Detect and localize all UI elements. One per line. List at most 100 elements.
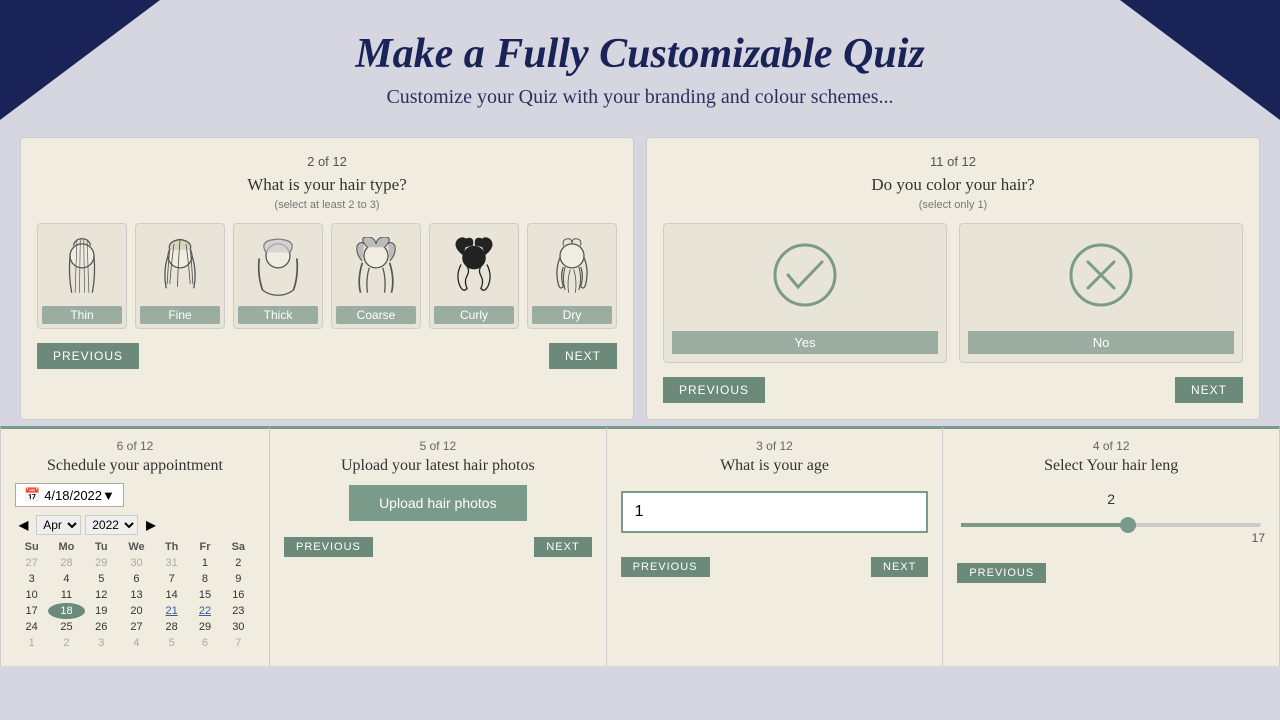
cal-cell[interactable]: 31 [155,555,188,571]
upload-hair-photos-button[interactable]: Upload hair photos [349,485,527,521]
cal-cell[interactable]: 11 [48,587,84,603]
card2-buttons: PREVIOUS NEXT [663,377,1243,403]
cal-cell[interactable]: 30 [118,555,155,571]
cal-next-btn[interactable]: ▶ [142,518,159,532]
cal-day-we: We [118,539,155,555]
cal-cell[interactable]: 2 [222,555,255,571]
slider-track[interactable] [961,523,1261,527]
cal-cell[interactable]: 7 [155,571,188,587]
page-title: Make a Fully Customizable Quiz [0,30,1280,78]
cal-cell[interactable]: 4 [118,635,155,651]
card1-subtext: (select at least 2 to 3) [37,199,617,211]
card6-prev-button[interactable]: PREVIOUS [957,563,1046,583]
card4-question: Upload your latest hair photos [284,457,592,475]
cal-cell[interactable]: 14 [155,587,188,603]
cal-cell[interactable]: 21 [155,603,188,619]
cal-cell[interactable]: 1 [15,635,48,651]
card1-next-button[interactable]: NEXT [549,343,617,369]
cal-prev-btn[interactable]: ◀ [15,518,32,532]
hair-options-list: Thin Fine [37,223,617,329]
cal-cell[interactable]: 28 [155,619,188,635]
curly-hair-icon [439,232,509,302]
cal-cell[interactable]: 23 [222,603,255,619]
cal-cell[interactable]: 6 [118,571,155,587]
cal-cell[interactable]: 19 [85,603,118,619]
cal-cell[interactable]: 25 [48,619,84,635]
cal-cell[interactable]: 3 [85,635,118,651]
cal-cell[interactable]: 4 [48,571,84,587]
cal-cell[interactable]: 30 [222,619,255,635]
cal-cell[interactable]: 28 [48,555,84,571]
yn-options-list: Yes No [663,223,1243,363]
card5-question: What is your age [621,457,929,475]
cal-cell[interactable]: 13 [118,587,155,603]
coarse-label: Coarse [336,306,416,324]
hair-option-thick[interactable]: Thick [233,223,323,329]
cal-cell[interactable]: 1 [188,555,221,571]
card5-prev-button[interactable]: PREVIOUS [621,557,710,577]
hair-option-fine[interactable]: Fine [135,223,225,329]
cal-cell[interactable]: 29 [85,555,118,571]
cal-cell[interactable]: 27 [15,555,48,571]
cal-cell[interactable]: 22 [188,603,221,619]
year-select[interactable]: 2022 [85,515,138,535]
no-option[interactable]: No [959,223,1243,363]
hair-option-dry[interactable]: Dry [527,223,617,329]
card5-next-button[interactable]: NEXT [871,557,928,577]
card6-question: Select Your hair leng [957,457,1265,475]
yes-option[interactable]: Yes [663,223,947,363]
cal-cell[interactable]: 26 [85,619,118,635]
hair-option-coarse[interactable]: Coarse [331,223,421,329]
card4-prev-button[interactable]: PREVIOUS [284,537,373,557]
cal-cell[interactable]: 9 [222,571,255,587]
cal-cell[interactable]: 3 [15,571,48,587]
cal-cell[interactable]: 20 [118,603,155,619]
no-label: No [968,331,1234,354]
cal-cell[interactable]: 5 [85,571,118,587]
cal-cell[interactable]: 6 [188,635,221,651]
dry-label: Dry [532,306,612,324]
card4-buttons: PREVIOUS NEXT [284,537,592,557]
cal-cell[interactable]: 15 [188,587,221,603]
cal-cell[interactable]: 2 [48,635,84,651]
date-value: 4/18/2022 [44,488,102,503]
cal-cell[interactable]: 5 [155,635,188,651]
cal-cell[interactable]: 24 [15,619,48,635]
thick-hair-icon [243,232,313,302]
card5-buttons: PREVIOUS NEXT [621,557,929,577]
calendar-grid: Su Mo Tu We Th Fr Sa 27 28 29 30 [15,539,255,651]
slider-container: 2 17 [957,483,1265,553]
age-input[interactable] [621,491,929,533]
cal-cell[interactable]: 8 [188,571,221,587]
card2-next-button[interactable]: NEXT [1175,377,1243,403]
top-row: 2 of 12 What is your hair type? (select … [0,137,1280,420]
thin-hair-icon [47,232,117,302]
hair-option-thin[interactable]: Thin [37,223,127,329]
card1-prev-button[interactable]: PREVIOUS [37,343,139,369]
cal-day-su: Su [15,539,48,555]
thin-label: Thin [42,306,122,324]
hair-length-card: 4 of 12 Select Your hair leng 2 17 PREVI… [943,426,1280,666]
cal-cell[interactable]: 17 [15,603,48,619]
cal-cell[interactable]: 27 [118,619,155,635]
hair-option-curly[interactable]: Curly [429,223,519,329]
cal-cell[interactable]: 16 [222,587,255,603]
cal-cell[interactable]: 12 [85,587,118,603]
xmark-icon [968,240,1234,323]
upload-card: 5 of 12 Upload your latest hair photos U… [270,426,607,666]
date-picker[interactable]: 📅 4/18/2022 ▼ [15,483,124,507]
yes-label: Yes [672,331,938,354]
cal-cell[interactable]: 29 [188,619,221,635]
cal-cell[interactable]: 10 [15,587,48,603]
page-subtitle: Customize your Quiz with your branding a… [0,86,1280,109]
card6-buttons: PREVIOUS [957,563,1265,583]
month-select[interactable]: Apr [36,515,81,535]
cal-cell-today[interactable]: 18 [48,603,84,619]
card1-buttons: PREVIOUS NEXT [37,343,617,369]
calendar-header: ◀ Apr 2022 ▶ [15,515,255,535]
card4-next-button[interactable]: NEXT [534,537,591,557]
checkmark-icon [672,240,938,323]
card2-prev-button[interactable]: PREVIOUS [663,377,765,403]
cal-cell[interactable]: 7 [222,635,255,651]
bottom-row: 6 of 12 Schedule your appointment 📅 4/18… [0,426,1280,666]
